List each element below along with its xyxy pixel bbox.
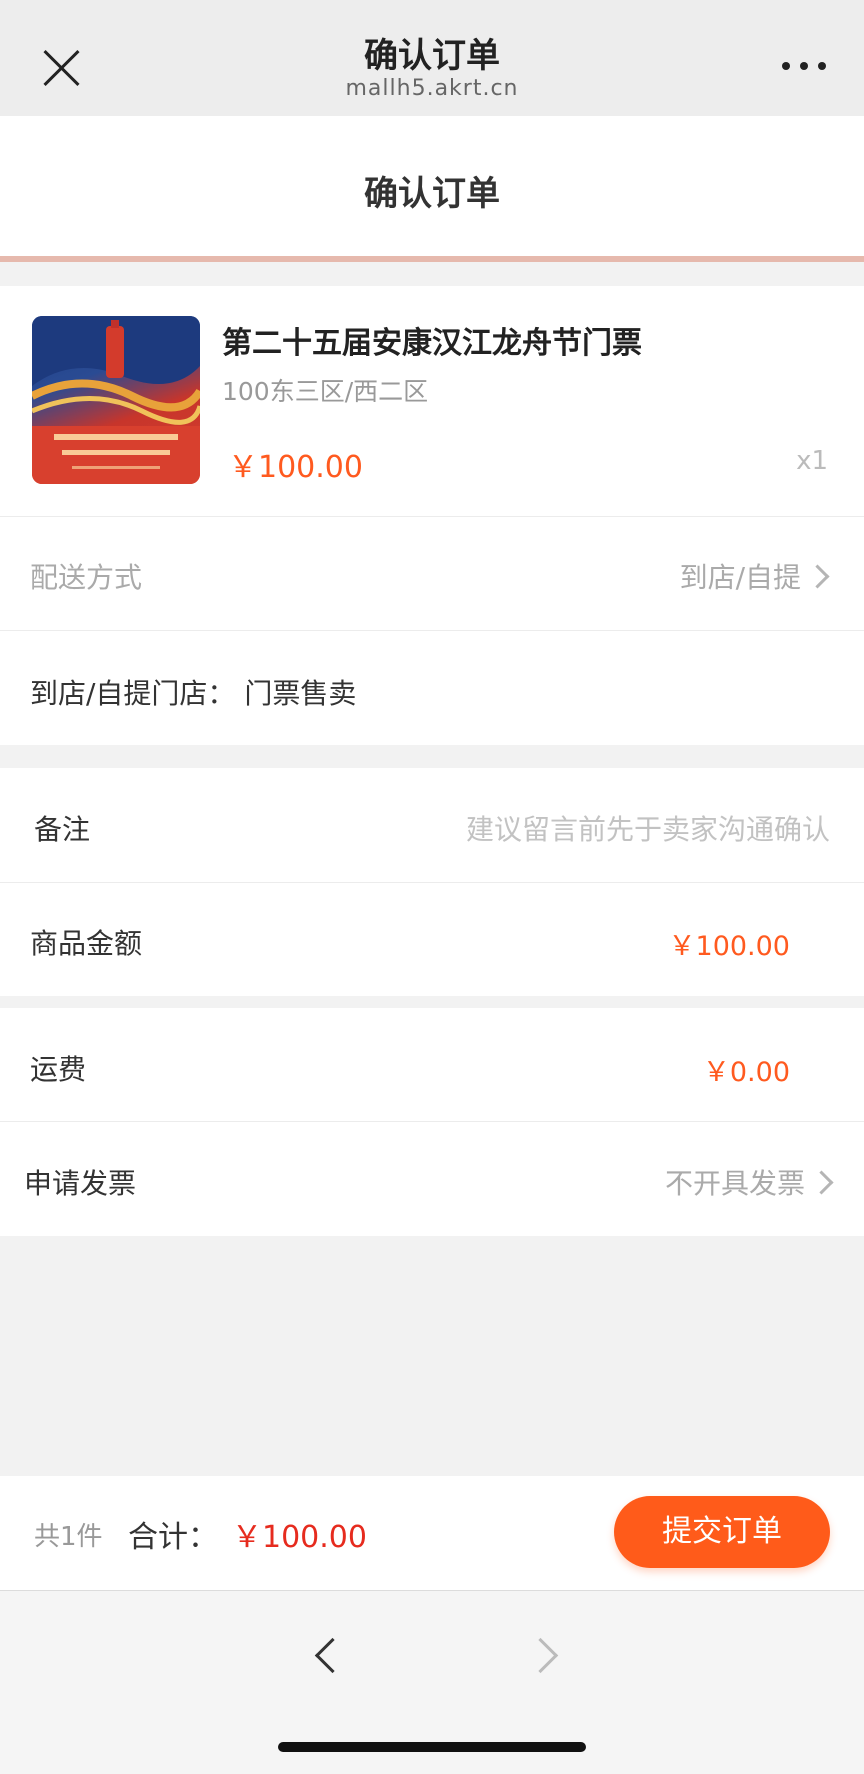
checkout-bar: 共1件 合计： ￥100.00 提交订单 bbox=[0, 1476, 864, 1590]
header-accent-line bbox=[0, 256, 864, 262]
total-value: ￥100.00 bbox=[232, 1520, 367, 1555]
remark-input[interactable]: 建议留言前先于卖家沟通确认 bbox=[466, 808, 830, 848]
product-spec: 100东三区/西二区 bbox=[222, 377, 429, 406]
chevron-right-icon bbox=[805, 563, 830, 589]
browser-title: 确认订单 bbox=[364, 36, 500, 76]
page-title: 确认订单 bbox=[364, 174, 500, 214]
back-arrow-icon[interactable] bbox=[306, 1635, 346, 1675]
home-indicator[interactable] bbox=[278, 1742, 586, 1752]
delivery-value-text: 到店/自提 bbox=[679, 561, 801, 594]
store-label: 到店/自提门店： bbox=[30, 677, 236, 710]
delivery-label: 配送方式 bbox=[30, 561, 143, 594]
total-label: 合计： bbox=[128, 1520, 218, 1555]
page-header: 确认订单 bbox=[0, 116, 864, 256]
invoice-value[interactable]: 不开具发票 bbox=[664, 1162, 834, 1202]
remark-label: 备注 bbox=[34, 813, 91, 846]
shipping-value: ￥0.00 bbox=[702, 1057, 790, 1088]
invoice-label: 申请发票 bbox=[24, 1167, 137, 1200]
product-quantity: x1 bbox=[796, 446, 828, 476]
product-price: ￥100.00 bbox=[228, 450, 363, 485]
chevron-right-icon bbox=[809, 1169, 834, 1195]
store-row-text: 到店/自提门店： 门票售卖 bbox=[30, 672, 356, 712]
browser-top-bar: 确认订单 mallh5.akrt.cn bbox=[0, 0, 864, 116]
more-icon[interactable] bbox=[780, 58, 830, 72]
invoice-value-text: 不开具发票 bbox=[664, 1167, 805, 1200]
submit-order-button[interactable]: 提交订单 bbox=[614, 1496, 830, 1568]
amount-label: 商品金额 bbox=[30, 927, 143, 960]
store-value: 门票售卖 bbox=[244, 677, 357, 710]
browser-url: mallh5.akrt.cn bbox=[345, 76, 519, 101]
forward-arrow-icon[interactable] bbox=[528, 1635, 568, 1675]
item-count: 共1件 bbox=[34, 1522, 103, 1552]
product-name: 第二十五届安康汉江龙舟节门票 bbox=[222, 326, 642, 361]
amount-value: ￥100.00 bbox=[668, 931, 790, 962]
product-image bbox=[32, 316, 200, 484]
delivery-value[interactable]: 到店/自提 bbox=[679, 556, 830, 596]
shipping-label: 运费 bbox=[30, 1053, 87, 1086]
